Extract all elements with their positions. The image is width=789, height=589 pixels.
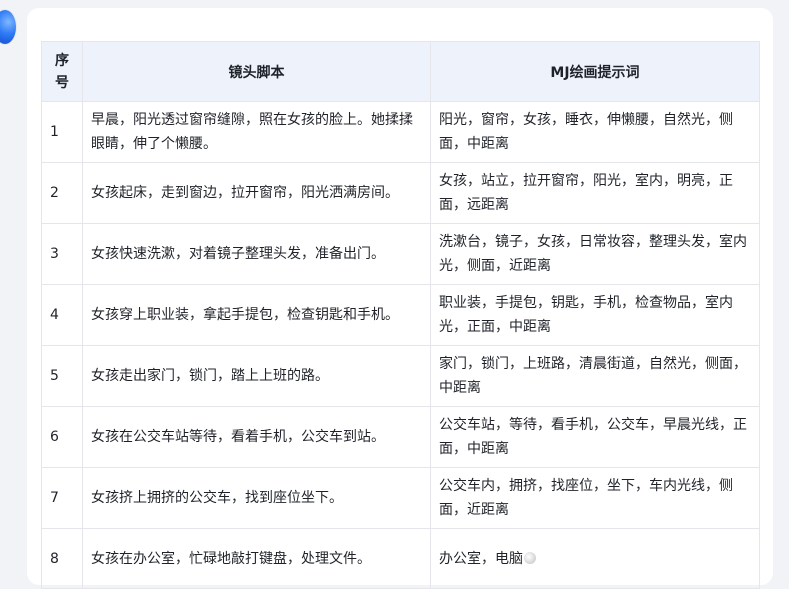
row-script: 女孩挤上拥挤的公交车，找到座位坐下。 — [82, 467, 431, 529]
row-index: 6 — [41, 406, 83, 468]
row-script: 女孩快速洗漱，对着镜子整理头发，准备出门。 — [82, 223, 431, 285]
table-row: 8 女孩在办公室，忙碌地敲打键盘，处理文件。 办公室，电脑 — [41, 528, 760, 589]
table-header-row: 序号 镜头脚本 MJ绘画提示词 — [41, 41, 760, 102]
table-row: 2 女孩起床，走到窗边，拉开窗帘，阳光洒满房间。 女孩，站立，拉开窗帘，阳光，室… — [41, 162, 760, 224]
table-row: 1 早晨，阳光透过窗帘缝隙，照在女孩的脸上。她揉揉眼睛，伸了个懒腰。 阳光，窗帘… — [41, 101, 760, 163]
header-script: 镜头脚本 — [82, 41, 431, 102]
header-prompt: MJ绘画提示词 — [430, 41, 760, 102]
row-script: 女孩在公交车站等待，看着手机，公交车到站。 — [82, 406, 431, 468]
row-prompt: 办公室，电脑 — [439, 550, 523, 567]
row-script: 早晨，阳光透过窗帘缝隙，照在女孩的脸上。她揉揉眼睛，伸了个懒腰。 — [82, 101, 431, 163]
row-prompt: 女孩，站立，拉开窗帘，阳光，室内，明亮，正面，远距离 — [430, 162, 760, 224]
row-prompt: 洗漱台，镜子，女孩，日常妆容，整理头发，室内光，侧面，近距离 — [430, 223, 760, 285]
assistant-avatar-icon — [0, 10, 16, 44]
row-prompt: 公交车内，拥挤，找座位，坐下，车内光线，侧面，近距离 — [430, 467, 760, 529]
row-index: 8 — [41, 528, 83, 589]
table-row: 4 女孩穿上职业装，拿起手提包，检查钥匙和手机。 职业装，手提包，钥匙，手机，检… — [41, 284, 760, 346]
table-row: 7 女孩挤上拥挤的公交车，找到座位坐下。 公交车内，拥挤，找座位，坐下，车内光线… — [41, 467, 760, 529]
row-prompt-cell: 办公室，电脑 — [430, 528, 760, 589]
row-prompt: 阳光，窗帘，女孩，睡衣，伸懒腰，自然光，侧面，中距离 — [430, 101, 760, 163]
message-card: 序号 镜头脚本 MJ绘画提示词 1 早晨，阳光透过窗帘缝隙，照在女孩的脸上。她揉… — [27, 8, 773, 589]
table-row: 3 女孩快速洗漱，对着镜子整理头发，准备出门。 洗漱台，镜子，女孩，日常妆容，整… — [41, 223, 760, 285]
row-script: 女孩走出家门，锁门，踏上上班的路。 — [82, 345, 431, 407]
row-prompt: 公交车站，等待，看手机，公交车，早晨光线，正面，中距离 — [430, 406, 760, 468]
table-row: 6 女孩在公交车站等待，看着手机，公交车到站。 公交车站，等待，看手机，公交车，… — [41, 406, 760, 468]
table-row: 5 女孩走出家门，锁门，踏上上班的路。 家门，锁门，上班路，清晨街道，自然光，侧… — [41, 345, 760, 407]
typing-cursor-icon — [524, 551, 536, 564]
row-prompt: 家门，锁门，上班路，清晨街道，自然光，侧面，中距离 — [430, 345, 760, 407]
row-index: 7 — [41, 467, 83, 529]
row-script: 女孩在办公室，忙碌地敲打键盘，处理文件。 — [82, 528, 431, 589]
header-index: 序号 — [41, 41, 83, 102]
row-index: 3 — [41, 223, 83, 285]
row-script: 女孩起床，走到窗边，拉开窗帘，阳光洒满房间。 — [82, 162, 431, 224]
row-prompt: 职业装，手提包，钥匙，手机，检查物品，室内光，正面，中距离 — [430, 284, 760, 346]
row-index: 2 — [41, 162, 83, 224]
storyboard-table: 序号 镜头脚本 MJ绘画提示词 1 早晨，阳光透过窗帘缝隙，照在女孩的脸上。她揉… — [41, 41, 760, 589]
row-index: 4 — [41, 284, 83, 346]
row-index: 5 — [41, 345, 83, 407]
row-index: 1 — [41, 101, 83, 163]
row-script: 女孩穿上职业装，拿起手提包，检查钥匙和手机。 — [82, 284, 431, 346]
